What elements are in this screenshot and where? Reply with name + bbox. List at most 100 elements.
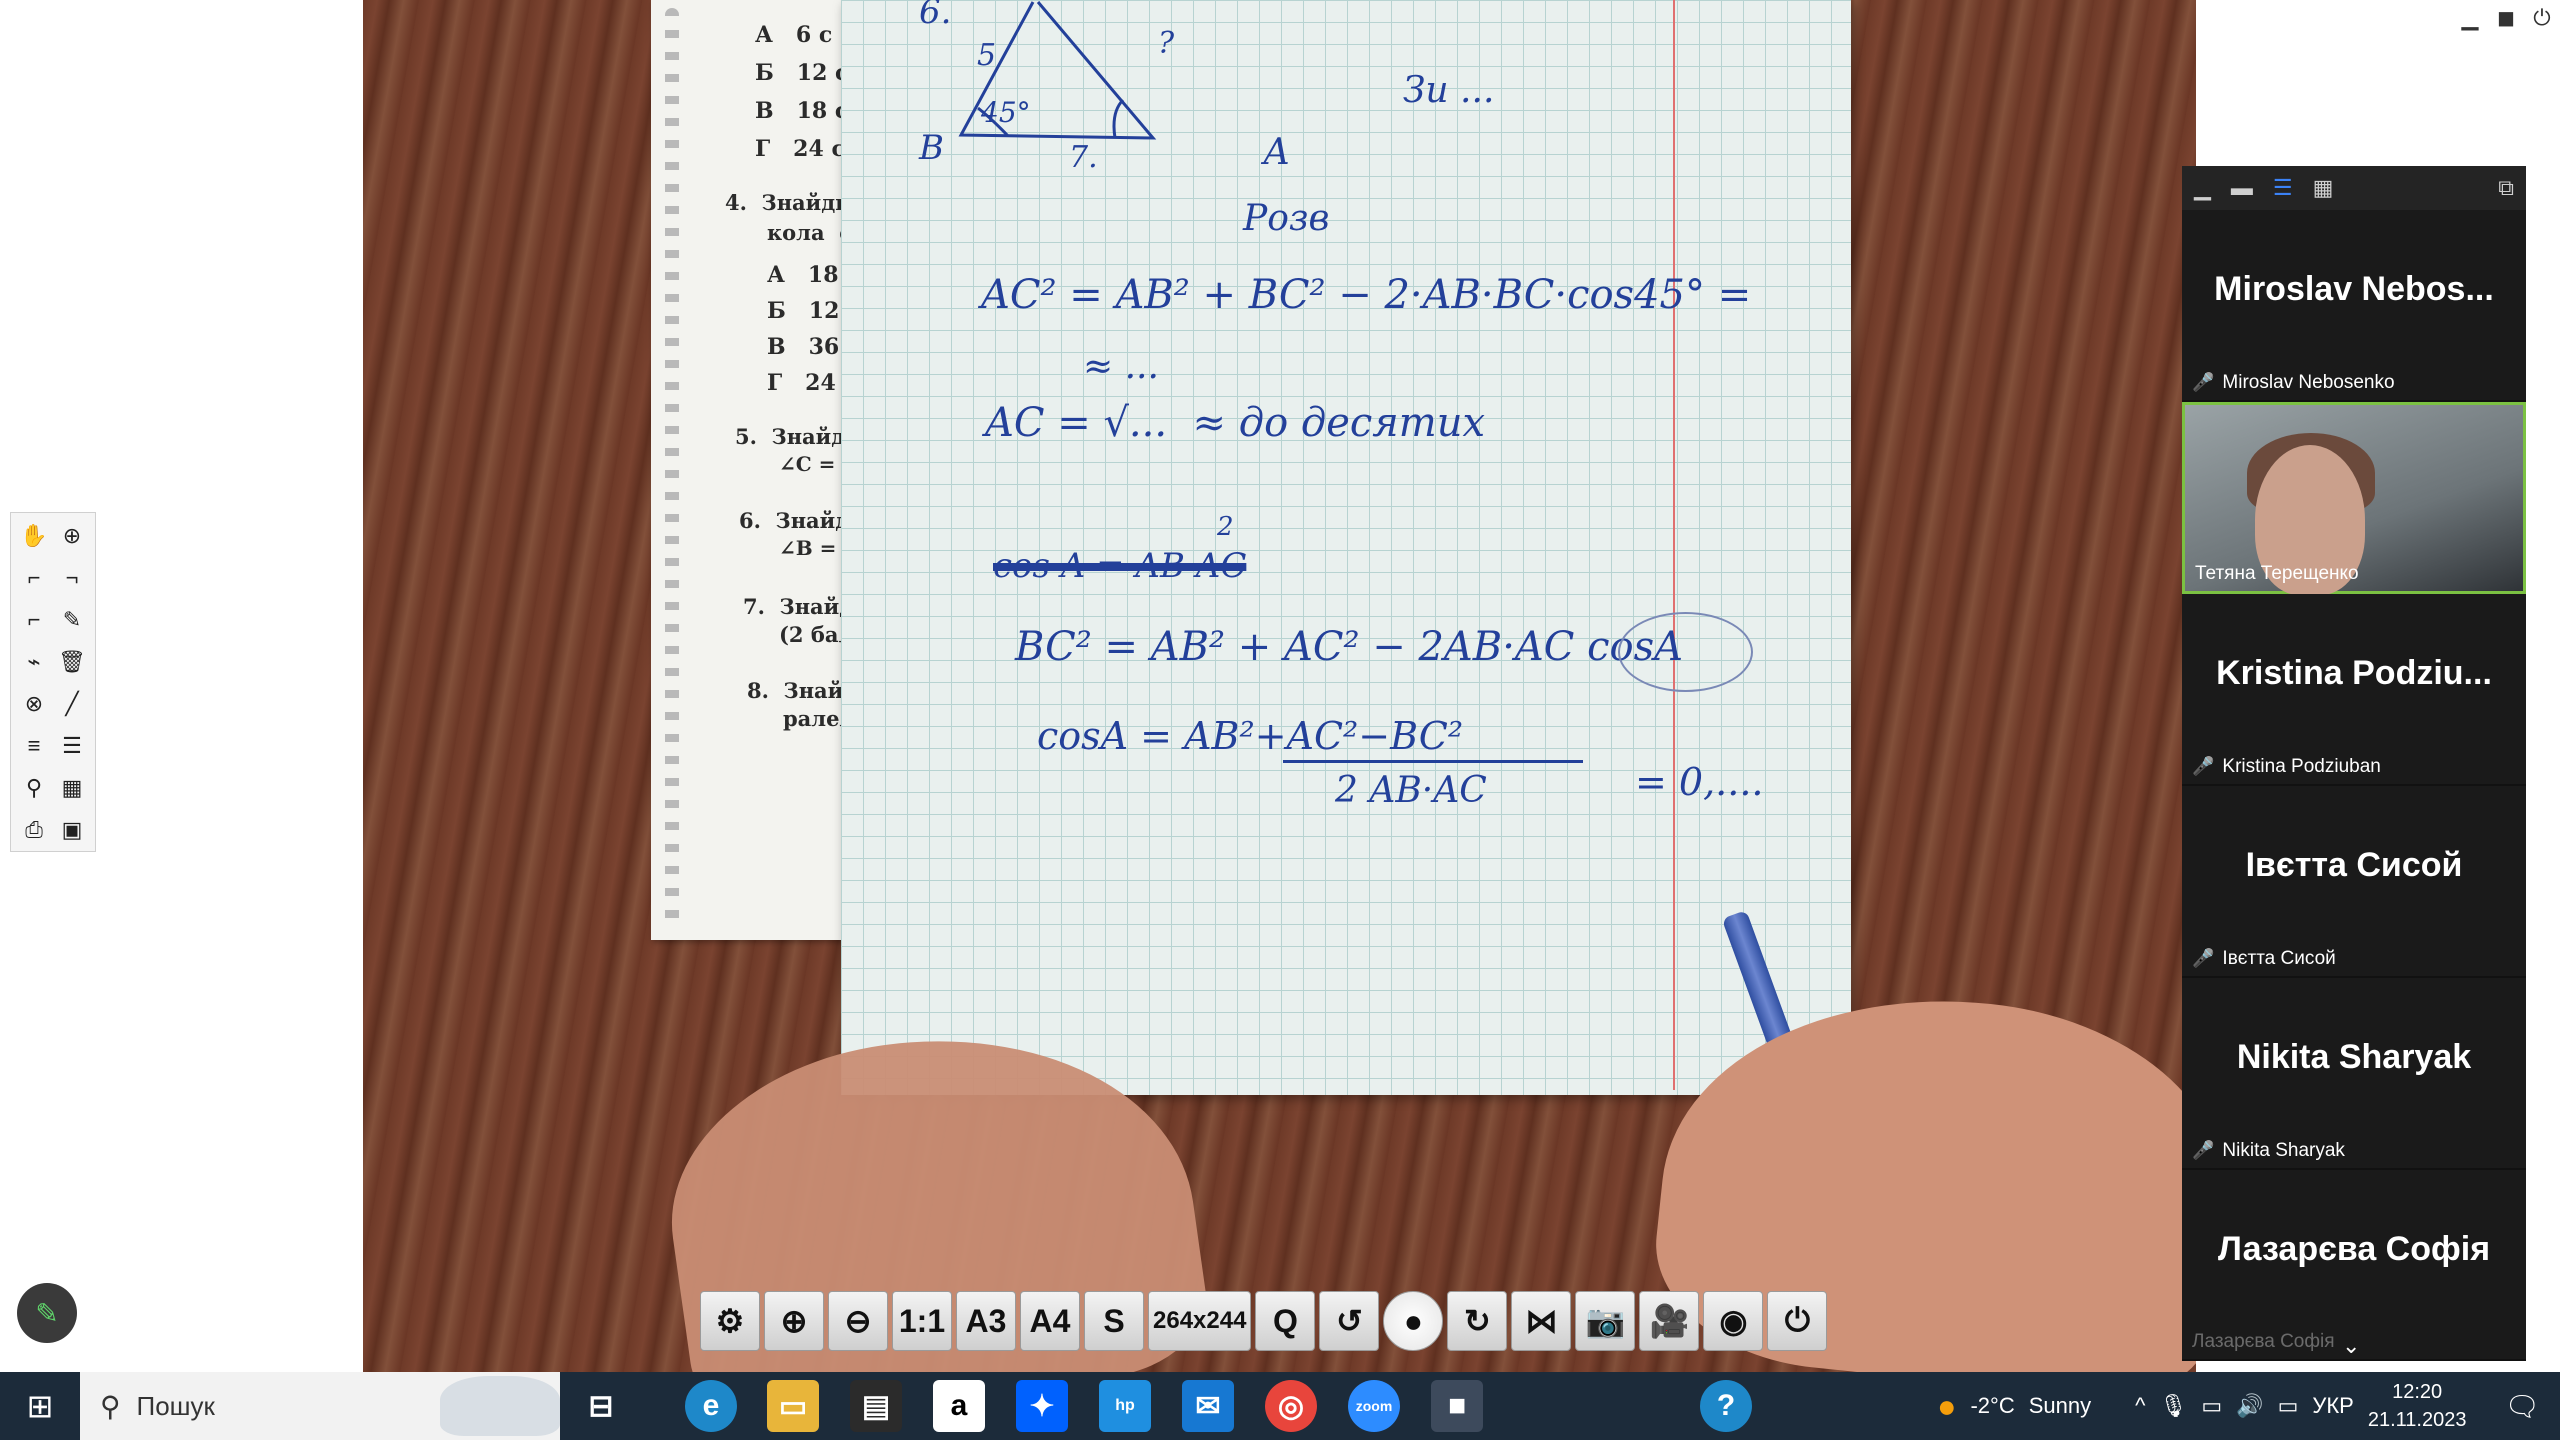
weather-temp: -2°C — [1970, 1393, 2015, 1418]
webcam-icon: ◉ — [1719, 1303, 1748, 1339]
handwritten-text: cosA = AB²+AC²−BC² — [1037, 714, 1464, 758]
eraser-icon[interactable]: ⌁ — [17, 645, 51, 679]
resolution-button[interactable]: 264x244 — [1148, 1291, 1252, 1351]
taskbar-search[interactable]: ⚲ Пошук — [80, 1372, 560, 1440]
minimize-icon[interactable]: ▁ — [2452, 0, 2488, 36]
participant-video-tile[interactable]: Тетяна Терещенко — [2182, 402, 2526, 595]
battery-icon[interactable]: ▭ — [2201, 1393, 2222, 1419]
system-tray: ● -2°C Sunny ^ 🎙 ▭ 🔊 ▭ УКР 12:20 21.11.2… — [1937, 1372, 2560, 1440]
clock[interactable]: 12:20 21.11.2023 — [2368, 1378, 2467, 1434]
camera-icon: 📷 — [1585, 1303, 1626, 1339]
chevron-down-icon[interactable]: ⌄ — [2342, 1333, 2360, 1359]
chevron-up-icon[interactable]: ^ — [2135, 1393, 2145, 1419]
help-icon[interactable]: ? — [1700, 1380, 1752, 1432]
line-icon[interactable]: ╱ — [55, 687, 89, 721]
handwritten-text: ? — [1158, 26, 1175, 61]
fraction-bar — [1283, 760, 1583, 763]
capture-button[interactable]: ● — [1383, 1291, 1444, 1351]
marker-icon[interactable]: ⌐ — [17, 561, 51, 595]
participant-display-name: Лазарєва Софія — [2217, 1230, 2491, 1268]
task-view-icon[interactable]: ⊟ — [575, 1380, 627, 1432]
participant-tile[interactable]: Лазарєва Софія Лазарєва Софія ⌄ — [2182, 1170, 2526, 1361]
zoom-out-icon: ⊖ — [844, 1303, 872, 1339]
handwritten-text: 2 AB·AC — [1335, 770, 1487, 811]
participant-tile[interactable]: Kristina Podziu... 🎤 Kristina Podziuban — [2182, 594, 2526, 786]
rotate-right-button[interactable]: ↻ — [1447, 1291, 1508, 1351]
store-icon[interactable]: ▤ — [850, 1380, 902, 1432]
eyedropper-icon[interactable]: ⚲ — [17, 771, 51, 805]
marker-icon[interactable]: ⌐ — [17, 603, 51, 637]
power-icon: ⏻ — [1784, 1302, 1811, 1338]
mail-icon[interactable]: ✉ — [1182, 1380, 1234, 1432]
lines-icon[interactable]: ≡ — [17, 729, 51, 763]
file-explorer-icon[interactable]: ▭ — [767, 1380, 819, 1432]
annotate-pen-button[interactable]: ✎ — [17, 1283, 77, 1343]
muted-mic-icon: 🎤 — [2192, 756, 2215, 776]
handwritten-text: = 0,.... — [1635, 760, 1764, 804]
marker-icon[interactable]: ¬ — [55, 561, 89, 595]
chrome-icon[interactable]: ◎ — [1265, 1380, 1317, 1432]
trash-icon[interactable]: 🗑 — [55, 645, 89, 679]
q-button[interactable]: Q — [1255, 1291, 1316, 1351]
settings-button[interactable]: ⚙ — [700, 1291, 760, 1351]
handwritten-text: 5 — [977, 38, 997, 73]
microphone-icon[interactable]: 🎙 — [2159, 1393, 2187, 1419]
rotate-right-icon: ↻ — [1464, 1303, 1491, 1339]
zoom-app-icon[interactable]: zoom — [1348, 1380, 1400, 1432]
volume-icon[interactable]: 🔊 — [2236, 1393, 2263, 1419]
participant-display-name: Івєтта Сисой — [2245, 846, 2463, 884]
a3-button[interactable]: A3 — [956, 1291, 1016, 1351]
notification-icon[interactable]: 🗨 — [2504, 1390, 2540, 1423]
worksheet-line: Б 12 с — [755, 60, 849, 86]
snapshot-button[interactable]: 📷 — [1575, 1291, 1636, 1351]
power-button[interactable]: ⏻ — [1767, 1291, 1828, 1351]
participant-tile[interactable]: Miroslav Nebos... 🎤 Miroslav Nebosenko — [2182, 210, 2526, 402]
butterfly-icon: ⋈ — [1525, 1303, 1558, 1339]
language-indicator[interactable]: УКР — [2312, 1393, 2353, 1419]
thumbnail-view-icon[interactable]: ▬ — [2231, 175, 2253, 201]
record-button[interactable]: 🎥 — [1639, 1291, 1700, 1351]
mirror-button[interactable]: ⋈ — [1511, 1291, 1572, 1351]
minimize-icon[interactable]: ▁ — [2194, 175, 2211, 201]
power-icon[interactable]: ⏻ — [2524, 0, 2560, 36]
participant-name: 🎤 Nikita Sharyak — [2192, 1140, 2345, 1161]
hand-icon[interactable]: ✋ — [17, 519, 51, 553]
zoom-in-button[interactable]: ⊕ — [764, 1291, 824, 1351]
myhp-icon[interactable]: hp — [1099, 1380, 1151, 1432]
s-button[interactable]: S — [1084, 1291, 1144, 1351]
amazon-icon[interactable]: a — [933, 1380, 985, 1432]
save-icon[interactable]: ▣ — [55, 813, 89, 847]
a4-button[interactable]: A4 — [1020, 1291, 1080, 1351]
zoom-out-button[interactable]: ⊖ — [828, 1291, 888, 1351]
participant-tile[interactable]: Івєтта Сисой 🎤 Івєтта Сисой — [2182, 786, 2526, 978]
speaker-view-icon[interactable]: ☰ — [2273, 175, 2293, 201]
pattern-icon[interactable]: ▦ — [55, 771, 89, 805]
handwritten-text: 45° — [981, 96, 1031, 129]
participant-tile[interactable]: Nikita Sharyak 🎤 Nikita Sharyak — [2182, 978, 2526, 1170]
gallery-view-bar: ▁ ▬ ☰ ▦ ⧉ — [2182, 166, 2526, 210]
dropbox-icon[interactable]: ✦ — [1016, 1380, 1068, 1432]
participant-name: 🎤 Miroslav Nebosenko — [2192, 372, 2395, 393]
weather-text: Sunny — [2028, 1393, 2092, 1418]
lines-icon[interactable]: ☰ — [55, 729, 89, 763]
rotate-left-button[interactable]: ↺ — [1319, 1291, 1380, 1351]
windows-taskbar: ⊞ ⚲ Пошук ⊟ e ▭ ▤ a ✦ hp ✉ ◎ zoom ■ ? ● … — [0, 1372, 2560, 1440]
pen-icon[interactable]: ✎ — [55, 603, 89, 637]
edge-icon[interactable]: e — [685, 1380, 737, 1432]
start-button[interactable]: ⊞ — [0, 1372, 80, 1440]
webcam-button[interactable]: ◉ — [1703, 1291, 1764, 1351]
zoom-target-icon[interactable]: ⊕ — [55, 519, 89, 553]
restore-icon[interactable]: ◼ — [2488, 0, 2524, 36]
camera-app-icon[interactable]: ■ — [1431, 1380, 1483, 1432]
network-icon[interactable]: ▭ — [2278, 1393, 2299, 1419]
stamp-icon[interactable]: ⎙ — [17, 813, 51, 847]
gallery-view-icon[interactable]: ▦ — [2313, 175, 2334, 201]
worksheet-line: В 18 с — [755, 98, 849, 124]
exit-panel-icon[interactable]: ⧉ — [2498, 175, 2514, 201]
clear-icon[interactable]: ⊗ — [17, 687, 51, 721]
actual-size-button[interactable]: 1:1 — [892, 1291, 952, 1351]
circle-icon: ● — [1403, 1302, 1424, 1339]
seal-illustration — [440, 1376, 560, 1436]
worksheet-line: 4. Знайди — [725, 190, 851, 215]
clock-date: 21.11.2023 — [2367, 1409, 2467, 1431]
